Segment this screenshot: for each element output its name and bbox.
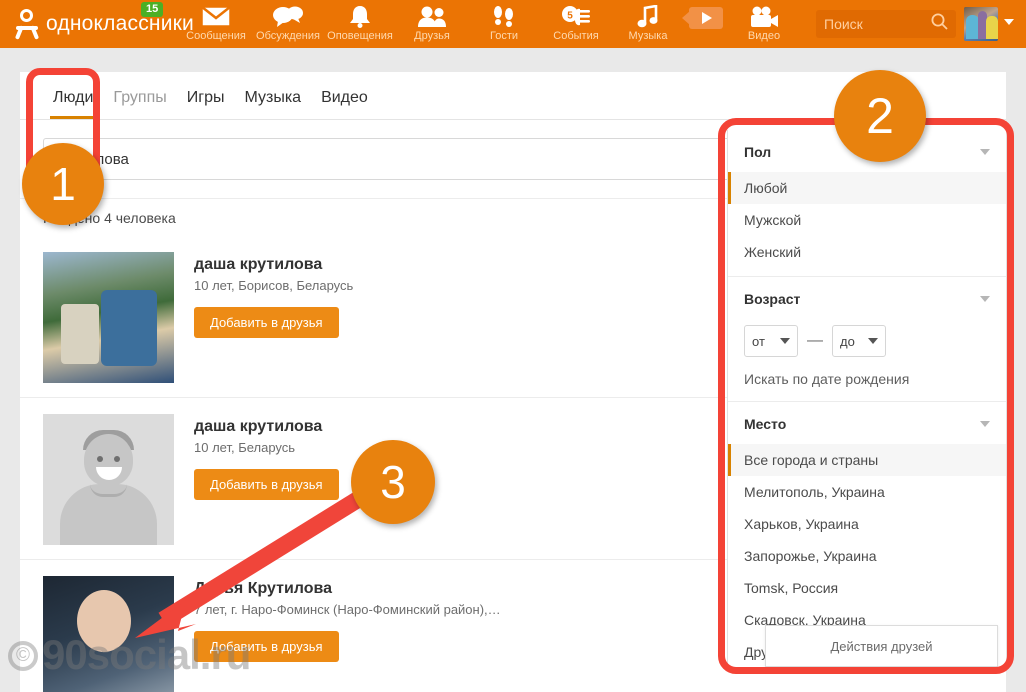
chevron-down-icon[interactable] xyxy=(980,296,990,302)
age-to-label: до xyxy=(840,333,855,349)
bell-icon xyxy=(348,5,372,28)
play-button[interactable] xyxy=(682,2,728,48)
nav-label: Музыка xyxy=(628,30,668,42)
chevron-down-icon xyxy=(780,338,790,344)
nav-label: Гости xyxy=(489,30,519,42)
nav-item-discussions[interactable]: Обсуждения xyxy=(252,2,324,48)
nav-item-notifications[interactable]: Оповещения xyxy=(324,2,396,48)
avatar-placeholder-icon xyxy=(43,414,174,545)
messages-count-badge: 15 xyxy=(141,2,164,17)
search-by-birthdate-link[interactable]: Искать по дате рождения xyxy=(728,361,1006,401)
nav-label: Друзья xyxy=(414,30,450,42)
tab-groups[interactable]: Группы xyxy=(103,89,176,119)
play-icon xyxy=(682,7,723,29)
add-friend-button[interactable]: Добавить в друзья xyxy=(194,469,339,500)
nav-label: Сообщения xyxy=(186,30,246,42)
people-icon xyxy=(417,5,447,28)
filter-section-gender-header[interactable]: Пол xyxy=(728,130,1006,172)
nav-label: Оповещения xyxy=(327,30,393,42)
search-input-value: крутилова xyxy=(58,150,129,168)
filter-option-place-tomsk[interactable]: Tomsk, Россия xyxy=(728,572,1006,604)
filter-section-age-header[interactable]: Возраст xyxy=(728,276,1006,319)
nav-item-messages[interactable]: Сообщения xyxy=(180,2,252,48)
age-range-dash: — xyxy=(807,332,823,349)
chevron-down-icon[interactable] xyxy=(1004,19,1014,25)
music-note-icon xyxy=(637,5,659,28)
avatar[interactable] xyxy=(964,7,998,41)
filter-option-gender-male[interactable]: Мужской xyxy=(728,204,1006,236)
footprints-icon xyxy=(492,5,516,28)
filter-option-gender-female[interactable]: Женский xyxy=(728,236,1006,276)
nav-label: События xyxy=(553,30,599,42)
search-icon[interactable] xyxy=(931,13,948,35)
filter-title: Пол xyxy=(744,144,772,160)
age-to-select[interactable]: до xyxy=(832,325,886,357)
video-camera-icon xyxy=(749,5,779,28)
chevron-down-icon[interactable] xyxy=(980,421,990,427)
nav-label: Обсуждения xyxy=(256,30,320,42)
filters-panel: Пол Любой Мужской Женский Возраст от — д… xyxy=(727,130,1007,669)
filter-option-place-kharkov[interactable]: Харьков, Украина xyxy=(728,508,1006,540)
logo-text: одноклассники xyxy=(46,12,194,35)
tab-people[interactable]: Люди xyxy=(43,89,103,119)
filter-option-gender-any[interactable]: Любой xyxy=(728,172,1006,204)
age-from-label: от xyxy=(752,333,765,349)
friends-actions-popup[interactable]: Действия друзей xyxy=(765,625,998,667)
nav-item-friends[interactable]: Друзья xyxy=(396,2,468,48)
age-from-select[interactable]: от xyxy=(744,325,798,357)
filter-title: Место xyxy=(744,416,787,432)
page-root: одноклассники 15 Сообщения Обсуждения Оп… xyxy=(0,0,1026,692)
nav-label: Видео xyxy=(747,30,781,42)
filter-option-place-all[interactable]: Все города и страны xyxy=(728,444,1006,476)
filter-section-place-header[interactable]: Место xyxy=(728,401,1006,444)
envelope-icon xyxy=(201,5,231,28)
top-navigation-bar: одноклассники 15 Сообщения Обсуждения Оп… xyxy=(0,0,1026,48)
nav-item-events[interactable]: 5 События xyxy=(540,2,612,48)
tab-games[interactable]: Игры xyxy=(177,89,235,119)
nav-item-video[interactable]: Видео xyxy=(728,2,800,48)
result-avatar[interactable] xyxy=(43,576,174,692)
site-logo[interactable]: одноклассники xyxy=(14,6,194,42)
add-friend-button[interactable]: Добавить в друзья xyxy=(194,631,339,662)
ok-logo-icon xyxy=(14,9,40,40)
filter-option-place-zaporozhye[interactable]: Запорожье, Украина xyxy=(728,540,1006,572)
filter-title: Возраст xyxy=(744,291,801,307)
tab-video[interactable]: Видео xyxy=(311,89,378,119)
svg-text:5: 5 xyxy=(567,10,573,21)
filter-option-place-melitopol[interactable]: Мелитополь, Украина xyxy=(728,476,1006,508)
speech-bubbles-icon xyxy=(272,5,304,28)
header-nav-items: Сообщения Обсуждения Оповещения Друзья Г… xyxy=(180,2,800,48)
chevron-down-icon xyxy=(868,338,878,344)
search-placeholder: Поиск xyxy=(824,16,863,32)
nav-item-music[interactable]: Музыка xyxy=(612,2,684,48)
result-avatar[interactable] xyxy=(43,252,174,383)
hand-five-icon: 5 xyxy=(561,5,591,28)
tab-music[interactable]: Музыка xyxy=(234,89,311,119)
chevron-down-icon[interactable] xyxy=(980,149,990,155)
age-range-row: от — до xyxy=(728,319,1006,361)
nav-item-guests[interactable]: Гости xyxy=(468,2,540,48)
add-friend-button[interactable]: Добавить в друзья xyxy=(194,307,339,338)
search-tabs: Люди Группы Игры Музыка Видео xyxy=(20,72,1006,120)
header-search-box[interactable]: Поиск xyxy=(816,10,956,38)
result-avatar[interactable] xyxy=(43,414,174,545)
